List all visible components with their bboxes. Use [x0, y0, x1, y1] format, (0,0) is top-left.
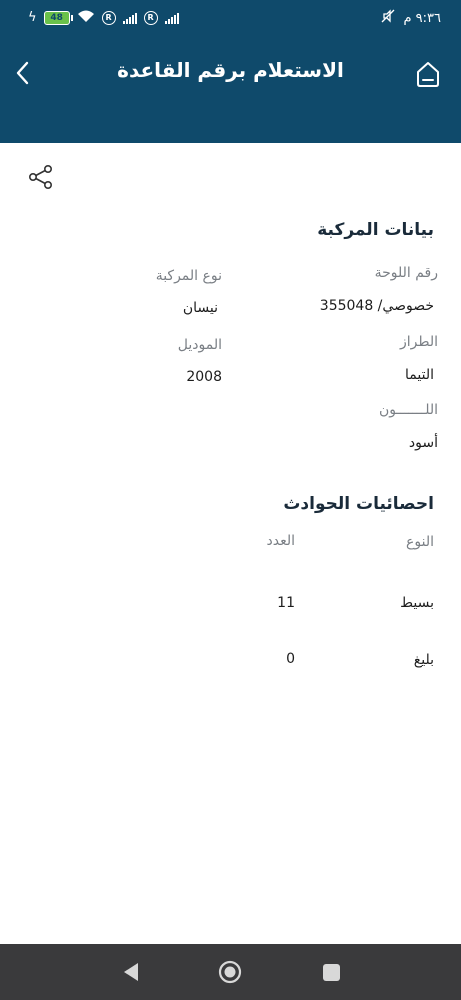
signal-icon: [122, 12, 137, 24]
plate-value: خصوصي/ 355048: [319, 298, 434, 314]
wifi-icon: [77, 9, 95, 27]
accidents-section-title: احصائيات الحوادث: [283, 494, 434, 514]
square-recents-icon: [323, 964, 340, 981]
chevron-left-icon: [16, 61, 29, 85]
nav-back-button[interactable]: [116, 958, 146, 986]
nav-recents-button[interactable]: [316, 958, 346, 986]
plate-label: رقم اللوحة: [374, 265, 438, 281]
nav-home-button[interactable]: [215, 958, 245, 986]
vehicle-type-value: نيسان: [182, 300, 218, 316]
status-bar: ϟ 48 R R ٩:٣٦ م: [0, 0, 461, 34]
charging-icon: ϟ: [28, 10, 37, 25]
system-nav-bar: [0, 944, 461, 1000]
status-icons-right: ٩:٣٦ م: [380, 9, 441, 27]
accident-row-type: بسيط: [400, 595, 434, 611]
accident-row-count: 11: [277, 595, 295, 611]
triangle-back-icon: [124, 963, 138, 981]
signal-icon-2: [164, 12, 179, 24]
vehicle-section-title: بيانات المركبة: [317, 220, 434, 240]
home-button[interactable]: [410, 58, 446, 90]
roaming-icon: R: [101, 11, 116, 25]
model-label: الطراز: [399, 334, 438, 350]
share-button[interactable]: [27, 163, 55, 191]
status-time: ٩:٣٦ م: [403, 10, 441, 26]
circle-home-icon: [218, 960, 242, 984]
page-title: الاستعلام برقم القاعدة: [117, 58, 344, 82]
roaming-icon-2: R: [143, 11, 158, 25]
color-value: أسود: [408, 435, 438, 451]
battery-icon: 48: [43, 11, 73, 25]
app-header: الاستعلام برقم القاعدة: [0, 34, 461, 143]
model-value: التيما: [405, 367, 434, 383]
status-icons-left: ϟ 48 R R: [28, 9, 179, 27]
share-icon: [28, 164, 52, 189]
home-icon: [417, 62, 439, 87]
accidents-col-count: العدد: [266, 533, 296, 549]
color-label: اللـــــــون: [378, 402, 438, 418]
year-label: الموديل: [177, 337, 222, 353]
back-button[interactable]: [10, 58, 38, 88]
accidents-col-type: النوع: [406, 534, 434, 550]
accident-row-count: 0: [286, 651, 295, 667]
year-value: 2008: [186, 369, 222, 385]
accident-row-type: بليغ: [413, 652, 434, 668]
mute-icon: [380, 9, 396, 27]
vehicle-type-label: نوع المركبة: [155, 268, 222, 284]
